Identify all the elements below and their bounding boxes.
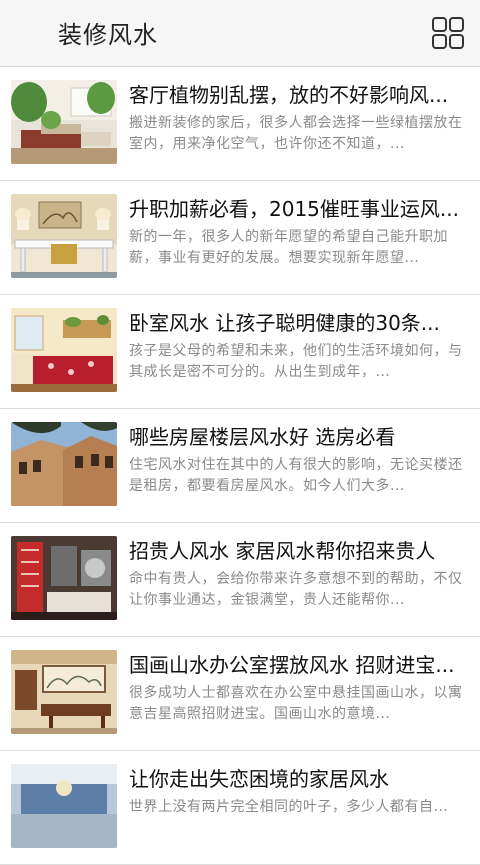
article-description: 住宅风水对住在其中的人有很大的影响，无论买楼还是租房，都要看房屋风水。如今人们大… (129, 457, 463, 494)
article-description: 新的一年，很多人的新年愿望的希望自己能升职加薪，事业有更好的发展。想要实现新年愿… (129, 229, 448, 266)
article-description: 命中有贵人，会给你带来许多意想不到的帮助，不仅让你事业通达，金银满堂，贵人还能帮… (129, 571, 463, 608)
study-room-thumbnail (11, 194, 117, 278)
article-title: 客厅植物别乱摆，放的不好影响风... (129, 83, 449, 107)
article-title: 让你走出失恋困境的家居风水 (129, 767, 389, 791)
article-description: 世界上没有两片完全相同的叶子，多少人都有自... (129, 799, 449, 815)
living-room-plants-thumbnail (11, 80, 117, 164)
kids-bedroom-thumbnail (11, 308, 117, 392)
article-title: 哪些房屋楼层风水好 选房必看 (129, 425, 396, 449)
list-item[interactable]: 国画山水办公室摆放风水 招财进宝... 很多成功人士都喜欢在办公室中悬挂国画山水… (0, 637, 480, 751)
article-description: 很多成功人士都喜欢在办公室中悬挂国画山水，以寓意吉星高照招财进宝。国画山水的意境… (129, 685, 463, 722)
article-title: 国画山水办公室摆放风水 招财进宝... (129, 653, 455, 677)
grid-menu-icon[interactable] (431, 16, 465, 50)
modern-interior-thumbnail (11, 536, 117, 620)
list-item[interactable]: 卧室风水 让孩子聪明健康的30条... 孩子是父母的希望和未来，他们的生活环境如… (0, 295, 480, 409)
article-description: 孩子是父母的希望和未来，他们的生活环境如何，与其成长是密不可分的。从出生到成年，… (129, 343, 463, 380)
list-item[interactable]: 升职加薪必看，2015催旺事业运风... 新的一年，很多人的新年愿望的希望自己能… (0, 181, 480, 295)
list-item[interactable]: 招贵人风水 家居风水帮你招来贵人 命中有贵人，会给你带来许多意想不到的帮助，不仅… (0, 523, 480, 637)
top-bar: 装修风水 (0, 0, 480, 67)
office-painting-thumbnail (11, 650, 117, 734)
page-title: 装修风水 (58, 21, 158, 49)
villa-building-thumbnail (11, 422, 117, 506)
ceiling-interior-thumbnail (11, 764, 117, 848)
article-description: 搬进新装修的家后，很多人都会选择一些绿植摆放在室内，用来净化空气，也许你还不知道… (129, 115, 463, 152)
list-item[interactable]: 客厅植物别乱摆，放的不好影响风... 搬进新装修的家后，很多人都会选择一些绿植摆… (0, 67, 480, 181)
list-item[interactable]: 让你走出失恋困境的家居风水 世界上没有两片完全相同的叶子，多少人都有自... (0, 751, 480, 865)
article-title: 升职加薪必看，2015催旺事业运风... (129, 197, 459, 221)
article-title: 招贵人风水 家居风水帮你招来贵人 (129, 539, 436, 563)
article-list: 客厅植物别乱摆，放的不好影响风... 搬进新装修的家后，很多人都会选择一些绿植摆… (0, 67, 480, 865)
article-title: 卧室风水 让孩子聪明健康的30条... (129, 311, 440, 335)
list-item[interactable]: 哪些房屋楼层风水好 选房必看 住宅风水对住在其中的人有很大的影响，无论买楼还是租… (0, 409, 480, 523)
